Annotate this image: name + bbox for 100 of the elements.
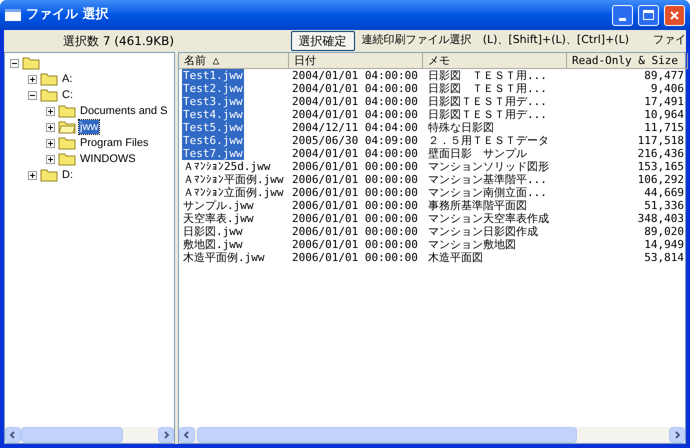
table-cell-text: 348,403 xyxy=(636,212,685,225)
folder-icon xyxy=(40,72,58,86)
folder-icon xyxy=(58,104,76,118)
file-name[interactable]: Test3.jww xyxy=(182,95,244,108)
open-folder-icon xyxy=(58,120,76,134)
table-cell-text: 89,477 xyxy=(643,69,685,82)
table-cell-text: 2004/01/01 04:00:00 xyxy=(291,95,419,108)
toolbar-label: ファイ xyxy=(653,32,686,48)
table-cell-text: マンション基準階平... xyxy=(427,173,548,186)
file-name[interactable]: 敷地図.jww xyxy=(182,238,244,251)
table-cell-text: 壁面日影 サンプル xyxy=(427,147,528,160)
column-header[interactable]: メモ xyxy=(423,53,567,69)
table-cell-text: 日影図 ＴＥＳＴ用... xyxy=(427,82,548,95)
tree-item[interactable]: WINDOWS xyxy=(79,152,137,166)
minimize-button[interactable] xyxy=(612,4,633,26)
table-cell-text: 2006/01/01 00:00:00 xyxy=(291,251,419,264)
table-cell-text: 2004/01/01 04:00:00 xyxy=(291,69,419,82)
scroll-left-button[interactable] xyxy=(5,427,21,443)
table-cell-text: マンション日影図作成 xyxy=(427,225,539,238)
collapse-toggle[interactable] xyxy=(10,58,19,68)
scroll-left-button[interactable] xyxy=(179,427,195,443)
tree-item[interactable]: C: xyxy=(61,88,74,102)
table-cell-text: 日影図ＴＥＳＴ用デ... xyxy=(427,108,548,121)
tree-item[interactable]: jww xyxy=(79,120,100,134)
collapse-toggle[interactable] xyxy=(28,90,37,100)
confirm-button[interactable]: 選択確定 xyxy=(290,30,355,50)
table-cell-text: 51,336 xyxy=(643,199,685,212)
close-button[interactable] xyxy=(664,4,685,26)
table-cell-text: 2005/06/30 04:09:00 xyxy=(291,134,419,147)
table-cell-text: 日影図 ＴＥＳＴ用... xyxy=(427,69,548,82)
table-cell-text: 2006/01/01 00:00:00 xyxy=(291,212,419,225)
close-icon xyxy=(669,10,680,20)
window-icon xyxy=(5,9,21,21)
file-name[interactable]: Test1.jww xyxy=(182,69,244,82)
horizontal-scrollbar[interactable] xyxy=(179,427,685,443)
hint-text: 連続印刷ファイル選択 (L)、[Shift]+(L)、[Ctrl]+(L) xyxy=(362,32,629,48)
table-cell-text: 216,436 xyxy=(636,147,685,160)
file-name[interactable]: Ａﾏﾝｼｮﾝ平面例.jww xyxy=(182,173,284,186)
file-name[interactable]: Test6.jww xyxy=(182,134,244,147)
file-name[interactable]: Test4.jww xyxy=(182,108,244,121)
table-cell-text: 89,020 xyxy=(643,225,685,238)
table-cell-text: 2004/12/11 04:04:00 xyxy=(291,121,419,134)
plus-icon xyxy=(29,76,36,82)
chevron-left-icon xyxy=(183,431,191,439)
scroll-right-button[interactable] xyxy=(669,427,685,443)
folder-icon xyxy=(40,88,58,102)
expand-toggle[interactable] xyxy=(46,122,55,132)
scroll-thumb[interactable] xyxy=(197,427,577,443)
column-header[interactable]: 日付 xyxy=(289,53,423,69)
expand-toggle[interactable] xyxy=(46,138,55,148)
table-cell-text: マンションソリッド図形 xyxy=(427,160,550,173)
horizontal-scrollbar[interactable] xyxy=(5,427,174,443)
table-cell-text: 44,669 xyxy=(643,186,685,199)
expand-toggle[interactable] xyxy=(46,154,55,164)
expand-toggle[interactable] xyxy=(28,74,37,84)
column-header[interactable]: Read-Only & Size xyxy=(567,53,688,69)
table-cell-text: 特殊な日影図 xyxy=(427,121,495,134)
file-name[interactable]: Test2.jww xyxy=(182,82,244,95)
table-cell-text: 2004/01/01 04:00:00 xyxy=(291,82,419,95)
expand-toggle[interactable] xyxy=(46,106,55,116)
chevron-right-icon xyxy=(162,431,170,439)
table-cell-text: 53,814 xyxy=(643,251,685,264)
scroll-thumb[interactable] xyxy=(21,427,123,443)
expand-toggle[interactable] xyxy=(28,170,37,180)
table-cell-text: マンション敷地図 xyxy=(427,238,517,251)
table-cell-text: マンション天空率表作成 xyxy=(427,212,550,225)
tree-item[interactable]: Documents and S xyxy=(79,104,168,118)
table-cell-text: 106,292 xyxy=(636,173,685,186)
tree-item[interactable]: D: xyxy=(61,168,74,182)
scroll-right-button[interactable] xyxy=(158,427,174,443)
table-cell-text: 2004/01/01 04:00:00 xyxy=(291,108,419,121)
file-name[interactable]: Test5.jww xyxy=(182,121,244,134)
table-cell-text: 2006/01/01 00:00:00 xyxy=(291,225,419,238)
folder-icon xyxy=(58,152,76,166)
table-cell-text: マンション南側立面... xyxy=(427,186,548,199)
table-cell-text: 2004/01/01 04:00:00 xyxy=(291,147,419,160)
table-cell-text: 17,491 xyxy=(643,95,685,108)
file-name[interactable]: Ａﾏﾝｼｮﾝ立面例.jww xyxy=(182,186,284,199)
selection-info: 選択数 7 (461.9KB) xyxy=(62,32,176,50)
table-cell-text: 11,715 xyxy=(643,121,685,134)
file-name[interactable]: 日影図.jww xyxy=(182,225,244,238)
table-cell-text: 木造平面図 xyxy=(427,251,484,264)
table-cell-text: 事務所基準階平面図 xyxy=(427,199,528,212)
file-name[interactable]: Ａﾏﾝｼｮﾝ25d.jww xyxy=(182,160,272,173)
maximize-button[interactable] xyxy=(638,4,659,26)
tree-item[interactable]: A: xyxy=(61,72,74,86)
plus-icon xyxy=(29,172,36,178)
table-cell-text: 日影図ＴＥＳＴ用デ... xyxy=(427,95,548,108)
table-cell-text: 2006/01/01 00:00:00 xyxy=(291,160,419,173)
file-name[interactable]: 天空率表.jww xyxy=(182,212,254,225)
chevron-left-icon xyxy=(9,431,17,439)
table-cell-text: 9,406 xyxy=(650,82,685,95)
folder-icon xyxy=(40,168,58,182)
table-cell-text: 2006/01/01 00:00:00 xyxy=(291,238,419,251)
file-name[interactable]: 木造平面例.jww xyxy=(182,251,266,264)
file-name[interactable]: Test7.jww xyxy=(182,147,244,160)
table-cell-text: 2006/01/01 00:00:00 xyxy=(291,173,419,186)
tree-item[interactable]: Program Files xyxy=(79,136,150,150)
table-cell-text: 2006/01/01 00:00:00 xyxy=(291,186,419,199)
file-name[interactable]: サンプル.jww xyxy=(182,199,254,212)
